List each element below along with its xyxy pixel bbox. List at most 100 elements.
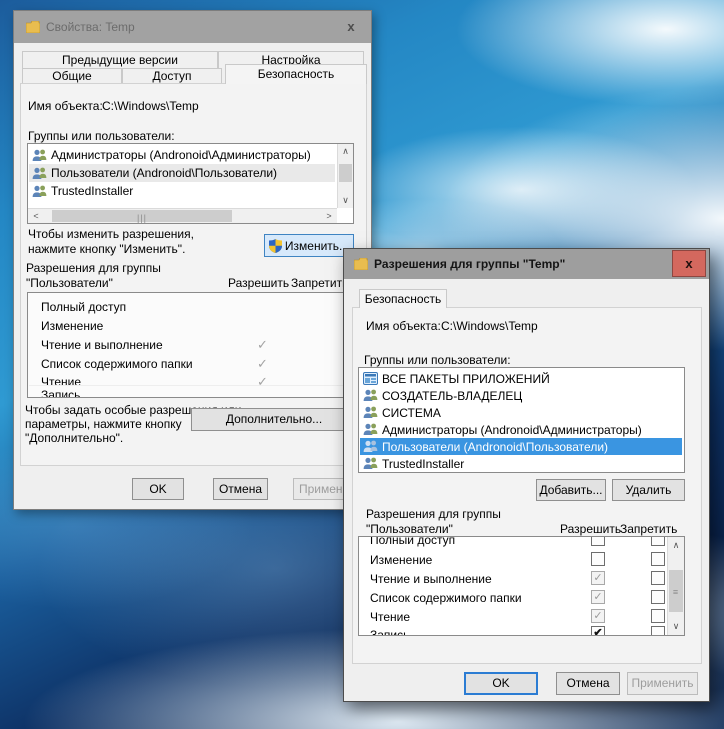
perm-row-label: Чтение xyxy=(370,610,410,624)
edit-hint-line1: Чтобы изменить разрешения, xyxy=(28,227,194,241)
group-icon xyxy=(363,457,378,470)
perm-group-label-line1: Разрешения для группы xyxy=(26,261,161,275)
cancel-button[interactable]: Отмена xyxy=(556,672,620,695)
list-item[interactable]: TrustedInstaller xyxy=(29,182,335,200)
app-packages-icon xyxy=(363,372,378,385)
dialog2-title: Разрешения для группы "Temp" xyxy=(374,257,565,271)
permissions-list[interactable]: Полный доступ Изменение Чтение и выполне… xyxy=(27,292,354,398)
deny-checkbox[interactable] xyxy=(651,590,665,604)
groups-hscrollbar[interactable]: < ||| > xyxy=(28,208,337,223)
vscroll-thumb[interactable]: ≡ xyxy=(669,570,683,612)
advanced-button[interactable]: Дополнительно... xyxy=(191,408,357,431)
perm-row: Чтение ✓ xyxy=(360,607,666,626)
allow-checkbox[interactable] xyxy=(591,552,605,566)
perm-row-label: Чтение и выполнение xyxy=(370,572,492,586)
list-item[interactable]: Администраторы (Andronoid\Администраторы… xyxy=(360,421,682,438)
deny-checkbox[interactable] xyxy=(651,552,665,566)
group-icon xyxy=(363,423,378,436)
groups-list-label: Группы или пользователи: xyxy=(364,353,511,367)
edit-button-label: Изменить... xyxy=(285,236,349,256)
folder-icon xyxy=(354,258,368,270)
ok-button[interactable]: OK xyxy=(464,672,538,695)
deny-checkbox[interactable] xyxy=(651,571,665,585)
perm-row-label: Чтение и выполнение xyxy=(41,338,163,352)
list-item-selected[interactable]: Пользователи (Andronoid\Пользователи) xyxy=(360,438,682,455)
allow-checkbox[interactable]: ✓ xyxy=(591,571,605,585)
group-icon xyxy=(32,185,47,198)
tab-security[interactable]: Безопасность xyxy=(359,289,447,308)
permissions-list[interactable]: Полный доступ Изменение Чтение и выполне… xyxy=(358,536,685,636)
tab-sharing[interactable]: Доступ xyxy=(122,68,222,83)
groups-list[interactable]: Администраторы (Andronoid\Администраторы… xyxy=(27,143,354,224)
object-name-value: C:\Windows\Temp xyxy=(102,99,199,113)
allow-checkbox[interactable]: ✔ xyxy=(591,626,605,636)
add-button[interactable]: Добавить... xyxy=(536,479,606,501)
hscroll-grip: ||| xyxy=(137,213,147,223)
allow-column-header: Разрешить xyxy=(228,276,289,290)
advanced-hint-line3: "Дополнительно". xyxy=(25,431,123,445)
perm-group-label-line2: "Пользователи" xyxy=(366,522,453,536)
scroll-left-icon[interactable]: < xyxy=(30,209,42,223)
vscroll-thumb[interactable] xyxy=(339,164,352,182)
list-item[interactable]: СИСТЕМА xyxy=(360,404,682,421)
list-item[interactable]: СОЗДАТЕЛЬ-ВЛАДЕЛЕЦ xyxy=(360,387,682,404)
group-icon xyxy=(363,389,378,402)
permissions-dialog: Разрешения для группы "Temp" x Безопасно… xyxy=(343,248,710,702)
object-name-value: C:\Windows\Temp xyxy=(441,319,538,333)
remove-button[interactable]: Удалить xyxy=(612,479,685,501)
allow-check: ✓ xyxy=(257,356,268,372)
tab-general[interactable]: Общие xyxy=(22,68,122,83)
perm-row-label: Полный доступ xyxy=(41,300,126,314)
perm-row-label: Список содержимого папки xyxy=(370,591,522,605)
tab-previous-versions[interactable]: Предыдущие версии xyxy=(22,51,218,68)
deny-checkbox[interactable] xyxy=(651,626,665,636)
scroll-down-icon[interactable]: ∨ xyxy=(338,194,353,207)
perm-row: Изменение xyxy=(360,550,666,569)
allow-checkbox[interactable] xyxy=(591,536,605,546)
groups-list[interactable]: ВСЕ ПАКЕТЫ ПРИЛОЖЕНИЙ СОЗДАТЕЛЬ-ВЛАДЕЛЕЦ… xyxy=(358,367,685,473)
group-icon xyxy=(32,167,47,180)
scroll-up-icon[interactable]: ∧ xyxy=(668,539,684,552)
object-name-label: Имя объекта: xyxy=(366,319,441,333)
dialog1-titlebar[interactable]: Свойства: Temp x xyxy=(14,11,371,43)
perm-group-label-line2: "Пользователи" xyxy=(26,276,113,290)
group-icon xyxy=(363,406,378,419)
cancel-button[interactable]: Отмена xyxy=(213,478,268,500)
list-item[interactable]: ВСЕ ПАКЕТЫ ПРИЛОЖЕНИЙ xyxy=(360,370,682,387)
dialog1-title: Свойства: Temp xyxy=(46,20,135,34)
scroll-down-icon[interactable]: ∨ xyxy=(668,620,684,633)
list-item[interactable]: Администраторы (Andronoid\Администраторы… xyxy=(29,146,335,164)
hscroll-thumb[interactable]: ||| xyxy=(52,210,232,222)
permissions-vscrollbar[interactable]: ∧ ≡ ∨ xyxy=(667,537,684,635)
allow-column-header: Разрешить xyxy=(560,522,621,536)
vscroll-grip: ≡ xyxy=(673,587,679,597)
dialog2-close-icon[interactable]: x xyxy=(672,250,706,277)
apply-button[interactable]: Применить xyxy=(627,672,698,695)
perm-row: Полный доступ xyxy=(360,536,666,549)
list-item[interactable]: Пользователи (Andronoid\Пользователи) xyxy=(29,164,335,182)
list-item[interactable]: TrustedInstaller xyxy=(360,455,682,472)
perm-row-label: Изменение xyxy=(370,553,432,567)
deny-checkbox[interactable] xyxy=(651,609,665,623)
group-icon xyxy=(32,149,47,162)
scroll-up-icon[interactable]: ∧ xyxy=(338,145,353,158)
edit-button[interactable]: Изменить... xyxy=(264,234,354,257)
groups-vscrollbar[interactable]: ∧ ∨ xyxy=(337,144,353,208)
ok-button[interactable]: OK xyxy=(132,478,184,500)
properties-dialog: Свойства: Temp x Предыдущие версии Настр… xyxy=(13,10,372,510)
object-name-label: Имя объекта: xyxy=(28,99,103,113)
groups-list-label: Группы или пользователи: xyxy=(28,129,175,143)
deny-column-header: Запретить xyxy=(291,276,348,290)
scroll-right-icon[interactable]: > xyxy=(323,209,335,223)
deny-checkbox[interactable] xyxy=(651,536,665,546)
perm-row: Чтение и выполнение ✓ xyxy=(360,569,666,588)
dialog2-titlebar[interactable]: Разрешения для группы "Temp" x xyxy=(344,249,709,279)
perm-row-label: Запись xyxy=(41,388,80,399)
tab-security[interactable]: Безопасность xyxy=(225,64,367,84)
allow-checkbox[interactable]: ✓ xyxy=(591,590,605,604)
perm-row-label: Список содержимого папки xyxy=(41,357,193,371)
folder-icon xyxy=(26,21,40,33)
dialog1-close-icon[interactable]: x xyxy=(339,17,363,37)
allow-checkbox[interactable]: ✓ xyxy=(591,609,605,623)
perm-row-label: Запись xyxy=(370,628,409,637)
